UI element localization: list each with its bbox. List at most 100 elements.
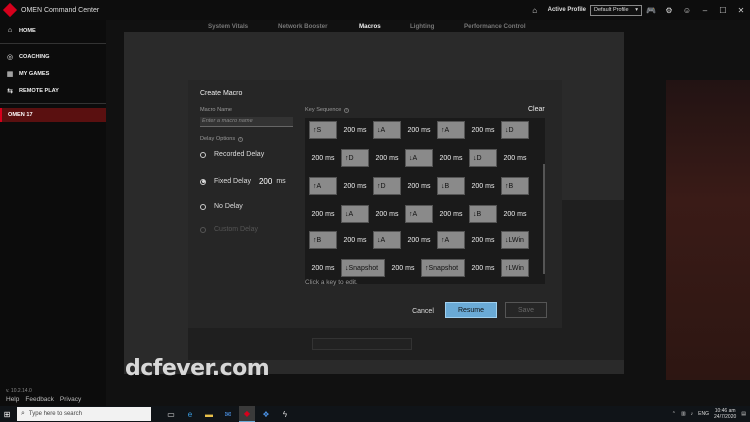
sidebar-item-remote-play[interactable]: ⇆ REMOTE PLAY xyxy=(0,82,106,99)
minimize-button[interactable]: – xyxy=(696,6,714,15)
feedback-link[interactable]: Feedback xyxy=(25,396,54,403)
task-view-icon[interactable]: ▭ xyxy=(163,406,179,422)
option-no-delay[interactable]: No Delay xyxy=(200,203,243,210)
key-cell[interactable]: ↓B xyxy=(469,205,497,223)
watermark: dcfever.com xyxy=(125,356,270,381)
delay-cell[interactable]: 200 ms xyxy=(373,149,401,167)
tab-system-vitals[interactable]: System Vitals xyxy=(208,23,248,30)
tab-network-booster[interactable]: Network Booster xyxy=(278,23,328,30)
delay-cell[interactable]: 200 ms xyxy=(405,121,433,139)
profile-dropdown[interactable]: Default Profile ▾ xyxy=(590,4,642,16)
fixed-delay-input[interactable]: 200 xyxy=(259,177,272,186)
volume-icon[interactable]: ♪ xyxy=(691,411,694,417)
key-sequence-row: ↑B 200 ms ↓A 200 ms ↑A 200 ms ↓LWin xyxy=(309,231,533,249)
key-cell[interactable]: ↑D xyxy=(373,177,401,195)
maximize-button[interactable]: ☐ xyxy=(714,6,732,15)
key-cell[interactable]: ↑S xyxy=(309,121,337,139)
option-recorded-delay[interactable]: Recorded Delay xyxy=(200,151,264,158)
key-cell[interactable]: ↑A xyxy=(437,121,465,139)
delay-cell[interactable]: 200 ms xyxy=(373,205,401,223)
file-explorer-icon[interactable]: ▬ xyxy=(201,406,217,422)
delay-cell[interactable]: 200 ms xyxy=(405,177,433,195)
delay-cell[interactable]: 200 ms xyxy=(469,259,497,277)
delay-cell[interactable]: 200 ms xyxy=(437,205,465,223)
radio-button[interactable] xyxy=(200,203,206,210)
sidebar-item-device[interactable]: OMEN 17 xyxy=(0,108,106,122)
key-cell[interactable]: ↑B xyxy=(309,231,337,249)
key-cell[interactable]: ↓A xyxy=(373,121,401,139)
help-link[interactable]: Help xyxy=(6,396,19,403)
delay-cell[interactable]: 200 ms xyxy=(501,205,529,223)
key-cell[interactable]: ↑B xyxy=(501,177,529,195)
info-icon[interactable]: i xyxy=(238,136,244,142)
settings-icon[interactable]: ⚙ xyxy=(664,5,674,15)
gamepad-icon[interactable]: 🎮 xyxy=(646,5,656,15)
edit-hint: Click a key to edit. xyxy=(305,279,358,286)
edge-icon[interactable]: e xyxy=(182,406,198,422)
tab-lighting[interactable]: Lighting xyxy=(410,23,434,30)
delay-cell[interactable]: 200 ms xyxy=(309,149,337,167)
key-cell[interactable]: ↓A xyxy=(373,231,401,249)
key-cell[interactable]: ↓LWin xyxy=(501,231,529,249)
privacy-link[interactable]: Privacy xyxy=(60,396,81,403)
divider xyxy=(0,103,106,104)
delay-cell[interactable]: 200 ms xyxy=(469,177,497,195)
start-button[interactable]: ⊞ xyxy=(0,406,14,422)
delay-cell[interactable]: 200 ms xyxy=(309,205,337,223)
cancel-button[interactable]: Cancel xyxy=(409,303,437,319)
home-icon[interactable]: ⌂ xyxy=(530,5,540,15)
network-icon[interactable]: ▥ xyxy=(681,411,686,417)
sidebar-item-label: HOME xyxy=(19,27,36,34)
option-fixed-delay[interactable]: Fixed Delay 200 ms xyxy=(200,177,286,186)
key-sequence-grid: ↑S 200 ms ↓A 200 ms ↑A 200 ms ↓D 200 ms ↑D 200 ms… xyxy=(305,118,545,284)
key-cell[interactable]: ↓B xyxy=(437,177,465,195)
delay-cell[interactable]: 200 ms xyxy=(469,121,497,139)
macro-name-input[interactable]: Enter a macro name xyxy=(200,117,293,127)
delay-cell[interactable]: 200 ms xyxy=(469,231,497,249)
key-cell[interactable]: ↓Snapshot xyxy=(341,259,385,277)
option-custom-delay: Custom Delay xyxy=(200,226,258,233)
mail-icon[interactable]: ✉ xyxy=(220,406,236,422)
delay-cell[interactable]: 200 ms xyxy=(341,177,369,195)
delay-cell[interactable]: 200 ms xyxy=(405,231,433,249)
info-icon[interactable]: i xyxy=(344,107,350,113)
app-icon[interactable]: ϟ xyxy=(277,406,293,422)
notifications-icon[interactable]: ▤ xyxy=(741,411,746,417)
delay-cell[interactable]: 200 ms xyxy=(341,231,369,249)
key-cell[interactable]: ↓A xyxy=(405,149,433,167)
close-button[interactable]: ✕ xyxy=(732,6,750,15)
key-cell[interactable]: ↑LWin xyxy=(501,259,529,277)
delay-cell[interactable]: 200 ms xyxy=(341,121,369,139)
user-icon[interactable]: ☺ xyxy=(682,5,692,15)
delay-cell[interactable]: 200 ms xyxy=(389,259,417,277)
sidebar-item-coaching[interactable]: ◎ COACHING xyxy=(0,48,106,65)
key-cell[interactable]: ↑Snapshot xyxy=(421,259,465,277)
key-cell[interactable]: ↓D xyxy=(501,121,529,139)
tab-macros[interactable]: Macros xyxy=(359,23,381,30)
remote-icon: ⇆ xyxy=(7,87,13,95)
chevron-up-icon[interactable]: ⌃ xyxy=(672,411,676,417)
sidebar-item-my-games[interactable]: ▦ MY GAMES xyxy=(0,65,106,82)
key-cell[interactable]: ↓A xyxy=(341,205,369,223)
language-indicator[interactable]: ENG xyxy=(698,411,709,417)
key-cell[interactable]: ↓D xyxy=(469,149,497,167)
scrollbar[interactable] xyxy=(543,164,545,274)
key-cell[interactable]: ↑A xyxy=(437,231,465,249)
omen-app-icon[interactable]: ◆ xyxy=(239,406,255,422)
key-cell[interactable]: ↑D xyxy=(341,149,369,167)
dropbox-icon[interactable]: ❖ xyxy=(258,406,274,422)
resume-button[interactable]: Resume xyxy=(445,302,497,318)
key-cell[interactable]: ↑A xyxy=(309,177,337,195)
key-cell[interactable]: ↑A xyxy=(405,205,433,223)
clock[interactable]: 10:46 am 24/7/2020 xyxy=(714,408,736,420)
delay-cell[interactable]: 200 ms xyxy=(309,259,337,277)
radio-button-selected[interactable] xyxy=(200,178,206,185)
clear-button[interactable]: Clear xyxy=(528,106,545,113)
delay-cell[interactable]: 200 ms xyxy=(501,149,529,167)
radio-button[interactable] xyxy=(200,151,206,158)
taskbar-search[interactable]: ⌕ Type here to search xyxy=(17,407,151,421)
tab-performance-control[interactable]: Performance Control xyxy=(464,23,526,30)
sidebar-item-home[interactable]: ⌂ HOME xyxy=(0,22,106,39)
delay-cell[interactable]: 200 ms xyxy=(437,149,465,167)
option-label: No Delay xyxy=(214,203,243,210)
